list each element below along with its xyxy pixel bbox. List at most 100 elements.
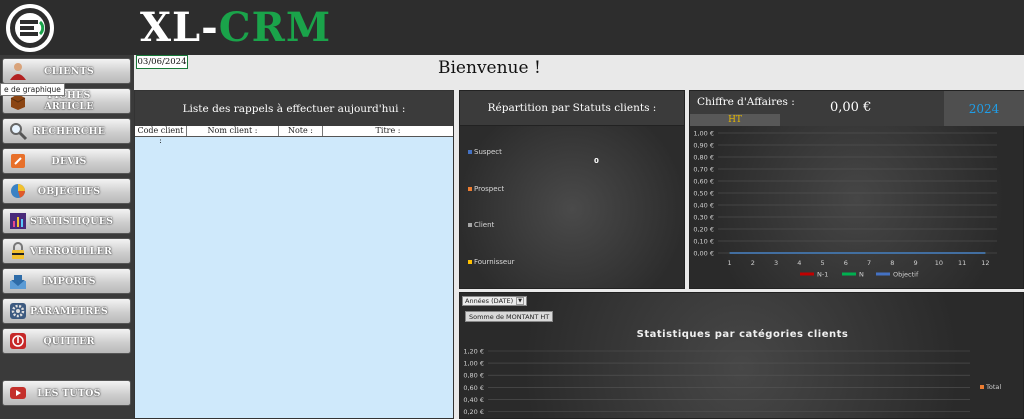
y-tick-label: 0,10 € xyxy=(693,238,714,246)
legend-item-fournisseur: Fournisseur xyxy=(468,258,515,266)
legend-label: N xyxy=(859,271,864,279)
x-tick-label: 2 xyxy=(751,259,755,267)
app-title: XL-CRM xyxy=(140,4,331,51)
sidebar-item-label: IMPORTS xyxy=(42,275,96,287)
pie-value-label: 0 xyxy=(594,157,599,165)
legend-label: Prospect xyxy=(474,185,505,193)
sidebar-item-label: DEVIS xyxy=(51,155,87,167)
x-tick-label: 5 xyxy=(821,259,825,267)
padlock-icon xyxy=(6,240,30,262)
category-stats-panel: 1,20 € 1,00 € 0,80 € 0,60 € 0,40 € 0,20 € Tota… xyxy=(459,292,1024,419)
y-tick-label: 0,60 € xyxy=(463,384,484,392)
sidebar-item-parametres[interactable]: PARAMETRES xyxy=(2,298,131,324)
y-tick-label: 0,30 € xyxy=(693,214,714,222)
document-icon xyxy=(6,150,30,172)
legend-swatch xyxy=(468,150,472,154)
revenue-year[interactable]: 2024 xyxy=(944,91,1024,126)
sidebar: CLIENTS FICHES ARTICLE RECHERCHE DEVIS O… xyxy=(0,55,134,419)
y-tick-label: 0,70 € xyxy=(693,166,714,174)
sidebar-item-label: PARAMETRES xyxy=(30,305,108,317)
sidebar-item-label: QUITTER xyxy=(43,335,95,347)
import-icon xyxy=(6,270,30,292)
welcome-heading: Bienvenue ! xyxy=(438,58,541,78)
x-tick-label: 3 xyxy=(774,259,778,267)
pie-panel-title: Répartition par Statuts clients : xyxy=(460,91,684,126)
app-title-part2: CRM xyxy=(218,4,332,51)
x-tick-label: 12 xyxy=(981,259,989,267)
y-tick-label: 1,20 € xyxy=(463,348,484,356)
legend-swatch xyxy=(468,223,472,227)
sidebar-item-les-tutos[interactable]: LES TUTOS xyxy=(2,380,131,406)
xl-crm-logo-icon xyxy=(6,4,54,52)
revenue-panel: Chiffre d'Affaires : HT 0,00 € 2024 1,00… xyxy=(689,90,1024,289)
gear-icon xyxy=(6,300,30,322)
sidebar-item-imports[interactable]: IMPORTS xyxy=(2,268,131,294)
reminders-columns: Code client : Nom client : Note : Titre … xyxy=(135,126,453,145)
y-tick-label: 0,60 € xyxy=(693,178,714,186)
y-tick-label: 0,40 € xyxy=(693,202,714,210)
pie-chart-icon xyxy=(6,180,30,202)
sidebar-item-clients[interactable]: CLIENTS xyxy=(2,58,131,84)
bar-chart-icon xyxy=(6,210,30,232)
legend-label: N-1 xyxy=(817,271,828,279)
y-tick-label: 1,00 € xyxy=(463,360,484,368)
sidebar-item-recherche[interactable]: RECHERCHE xyxy=(2,118,131,144)
chart-tooltip: e de graphique xyxy=(0,83,65,96)
column-titre: Titre : xyxy=(375,126,401,135)
x-tick-label: 1 xyxy=(728,259,732,267)
reminders-title: Liste des rappels à effectuer aujourd'hu… xyxy=(135,91,453,126)
sidebar-item-label: CLIENTS xyxy=(44,65,94,77)
youtube-icon xyxy=(6,382,30,404)
sidebar-item-label: OBJECTIFS xyxy=(37,185,101,197)
user-icon xyxy=(6,60,30,82)
sidebar-item-objectifs[interactable]: OBJECTIFS xyxy=(2,178,131,204)
legend-item-client: Client xyxy=(468,221,494,229)
chevron-down-icon: ▼ xyxy=(516,297,524,305)
exit-icon xyxy=(6,330,30,352)
x-tick-label: 10 xyxy=(935,259,943,267)
legend-label: Fournisseur xyxy=(474,258,515,266)
revenue-title: Chiffre d'Affaires : xyxy=(697,96,795,108)
y-tick-label: 0,80 € xyxy=(463,372,484,380)
sidebar-item-label: VERROUILLER xyxy=(30,245,113,257)
revenue-ht-label: HT xyxy=(690,114,780,126)
legend-label: Objectif xyxy=(893,271,919,279)
x-tick-label: 9 xyxy=(914,259,918,267)
sidebar-item-statistiques[interactable]: STATISTIQUES xyxy=(2,208,131,234)
legend-label: Suspect xyxy=(474,148,502,156)
sidebar-item-quitter[interactable]: QUITTER xyxy=(2,328,131,354)
revenue-amount: 0,00 € xyxy=(830,100,872,115)
years-filter-dropdown[interactable]: Années (DATE) ▼ xyxy=(462,296,527,306)
sidebar-item-verrouiller[interactable]: VERROUILLER xyxy=(2,238,131,264)
x-tick-label: 6 xyxy=(844,259,848,267)
years-filter-label: Années (DATE) xyxy=(465,297,514,305)
y-tick-label: 0,80 € xyxy=(693,154,714,162)
current-date-cell[interactable]: 03/06/2024 xyxy=(136,55,188,69)
y-tick-label: 0,50 € xyxy=(693,190,714,198)
revenue-header: Chiffre d'Affaires : HT 0,00 € 2024 xyxy=(690,91,1024,126)
legend-label: Client xyxy=(474,221,495,229)
sum-field-button[interactable]: Somme de MONTANT HT xyxy=(465,311,554,322)
column-code-client: Code client : xyxy=(135,126,187,145)
legend-swatch xyxy=(468,260,472,264)
reminders-panel: Liste des rappels à effectuer aujourd'hu… xyxy=(134,90,454,419)
sidebar-item-devis[interactable]: DEVIS xyxy=(2,148,131,174)
revenue-line-chart: 1,00 € 0,90 € 0,80 € 0,70 € 0,60 € 0,50 € 0,40… xyxy=(693,130,997,279)
column-nom-client: Nom client : xyxy=(187,126,279,136)
sidebar-item-label: STATISTIQUES xyxy=(30,215,114,227)
y-tick-label: 0,00 € xyxy=(693,250,714,258)
y-tick-label: 0,20 € xyxy=(463,408,484,416)
x-tick-label: 8 xyxy=(890,259,894,267)
legend-label: Total xyxy=(985,383,1001,391)
column-note: Note : xyxy=(279,126,323,136)
app-title-part1: XL- xyxy=(140,4,219,51)
x-tick-label: 4 xyxy=(797,259,801,267)
legend-item-suspect: Suspect xyxy=(468,148,502,156)
app-header: XL-CRM xyxy=(0,0,1024,55)
client-status-pie-panel: Répartition par Statuts clients : Suspec… xyxy=(459,90,685,289)
sidebar-item-label: LES TUTOS xyxy=(37,387,101,399)
y-tick-label: 0,90 € xyxy=(693,142,714,150)
main-area: 03/06/2024 Bienvenue ! Liste des rappels… xyxy=(134,55,1024,419)
stats-chart-title: Statistiques par catégories clients xyxy=(636,329,849,340)
magnifier-icon xyxy=(6,120,30,142)
